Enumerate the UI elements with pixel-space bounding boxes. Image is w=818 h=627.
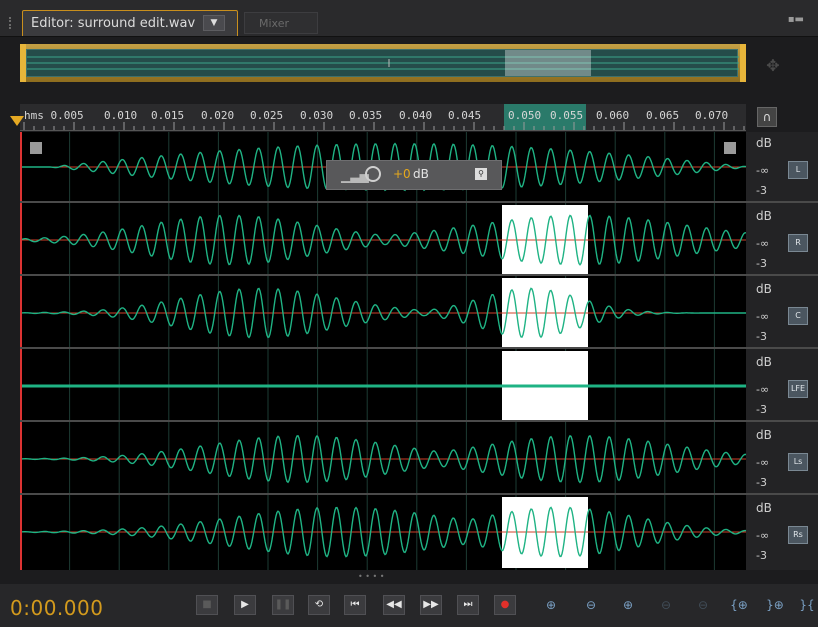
amp-inf-label: -∞ xyxy=(756,529,770,542)
collapse-corner-icon[interactable] xyxy=(724,142,736,154)
stop-button[interactable]: ■ xyxy=(196,595,218,615)
file-dropdown-button[interactable]: ▼ xyxy=(203,15,225,31)
zoom-out-amplitude-icon[interactable]: ⊖ xyxy=(580,594,602,616)
amp-inf-label: -∞ xyxy=(756,237,770,250)
ruler-label: 0.035 xyxy=(349,109,383,122)
pin-icon[interactable]: ⚲ xyxy=(475,168,487,180)
ruler-label: 0.015 xyxy=(151,109,185,122)
panel-menu-icon[interactable]: ▪▬ xyxy=(788,14,804,25)
expand-corner-icon[interactable] xyxy=(30,142,42,154)
amplitude-row: dB -∞ -3 R xyxy=(746,205,818,276)
amp-inf-label: -∞ xyxy=(756,383,770,396)
overview-handle-right[interactable] xyxy=(740,44,746,82)
ruler-label: 0.055 xyxy=(550,109,584,122)
volume-unit: dB xyxy=(413,167,429,181)
channel-lane-lfe[interactable] xyxy=(20,351,746,422)
overview-wave-graphic xyxy=(27,56,739,70)
channel-toggle-l[interactable]: L xyxy=(788,161,808,179)
timeline-ruler[interactable]: hms 0.005 0.010 0.015 0.020 0.025 0.030 … xyxy=(20,104,746,131)
channel-lane-rs[interactable] xyxy=(20,497,746,568)
amp-inf-label: -∞ xyxy=(756,164,770,177)
channel-toggle-c[interactable]: C xyxy=(788,307,808,325)
tab-editor-label: Editor: surround edit.wav xyxy=(31,16,196,31)
overview-waveform[interactable] xyxy=(26,49,739,77)
play-button[interactable]: ▶ xyxy=(234,595,256,615)
headphones-icon[interactable]: ∩ xyxy=(757,107,777,127)
overview-navigator[interactable] xyxy=(20,44,746,82)
amplitude-row: dB -∞ -3 LFE xyxy=(746,351,818,422)
loop-button[interactable]: ⟲ xyxy=(308,595,330,615)
ruler-label: 0.065 xyxy=(646,109,680,122)
volume-knob[interactable] xyxy=(365,166,381,182)
record-button[interactable]: ● xyxy=(494,595,516,615)
ruler-label: 0.025 xyxy=(250,109,284,122)
tab-mixer-label: Mixer xyxy=(259,17,290,30)
ruler-label: 0.045 xyxy=(448,109,482,122)
channel-toggle-rs[interactable]: Rs xyxy=(788,526,808,544)
volume-value[interactable]: +0 xyxy=(393,167,411,181)
amplitude-row: dB -∞ -3 Rs xyxy=(746,497,818,568)
amp-db-label: dB xyxy=(756,209,772,223)
fast-forward-button[interactable]: ▶▶ xyxy=(420,595,442,615)
tab-mixer[interactable]: Mixer xyxy=(244,12,318,34)
ruler-label: 0.010 xyxy=(104,109,138,122)
go-to-start-button[interactable]: ⏮ xyxy=(344,595,366,615)
amp-inf-label: -∞ xyxy=(756,310,770,323)
amp-inf-label: -∞ xyxy=(756,456,770,469)
tab-editor[interactable]: Editor: surround edit.wav ▼ xyxy=(9,10,238,36)
volume-hud[interactable]: ▁▃▅ +0 dB ⚲ xyxy=(326,160,502,190)
amp-minus3-label: -3 xyxy=(756,257,767,270)
zoom-navigator-icon[interactable]: ✥ xyxy=(762,56,784,78)
scroll-grip-icon[interactable]: • • • • xyxy=(358,572,385,581)
zoom-in-at-end-icon[interactable]: }⊕ xyxy=(764,594,786,616)
ruler-label: 0.040 xyxy=(399,109,433,122)
channel-toggle-r[interactable]: R xyxy=(788,234,808,252)
ruler-label: 0.020 xyxy=(201,109,235,122)
ruler-label: hms 0.005 xyxy=(24,109,84,122)
amplitude-row: dB -∞ -3 C xyxy=(746,278,818,349)
ruler-label: 0.030 xyxy=(300,109,334,122)
amp-minus3-label: -3 xyxy=(756,330,767,343)
transport-bar: 0:00.000 ■ ▶ ❚❚ ⟲ ⏮ ◀◀ ▶▶ ⏭ ● ⊕ ⊖ ⊕ ⊖ ⊖ … xyxy=(0,584,818,627)
amp-minus3-label: -3 xyxy=(756,476,767,489)
amp-db-label: dB xyxy=(756,355,772,369)
zoom-in-at-start-icon[interactable]: {⊕ xyxy=(728,594,750,616)
time-display[interactable]: 0:00.000 xyxy=(10,596,103,620)
amp-db-label: dB xyxy=(756,428,772,442)
zoom-in-time-icon[interactable]: ⊕ xyxy=(617,594,639,616)
channel-toggle-lfe[interactable]: LFE xyxy=(788,380,808,398)
pause-button[interactable]: ❚❚ xyxy=(272,595,294,615)
amp-db-label: dB xyxy=(756,501,772,515)
zoom-out-time-icon[interactable]: ⊖ xyxy=(655,594,677,616)
amplitude-row: dB -∞ -3 L xyxy=(746,132,818,203)
zoom-to-selection-icon[interactable]: }{ xyxy=(796,594,818,616)
waveform-display[interactable]: ▁▃▅ +0 dB ⚲ xyxy=(20,132,746,570)
amplitude-row: dB -∞ -3 Ls xyxy=(746,424,818,495)
ruler-ticks xyxy=(23,122,745,130)
ruler-label: 0.050 xyxy=(508,109,542,122)
panel-tab-bar: Editor: surround edit.wav ▼ Mixer ▪▬ xyxy=(0,0,818,37)
channel-lane-r[interactable] xyxy=(20,205,746,276)
amp-minus3-label: -3 xyxy=(756,403,767,416)
panel-grip[interactable] xyxy=(9,17,16,29)
ruler-label: 0.070 xyxy=(695,109,729,122)
rewind-button[interactable]: ◀◀ xyxy=(383,595,405,615)
amp-db-label: dB xyxy=(756,136,772,150)
ruler-label: 0.060 xyxy=(596,109,630,122)
playhead-marker[interactable] xyxy=(10,116,24,126)
zoom-out-full-icon[interactable]: ⊖ xyxy=(692,594,714,616)
zoom-in-amplitude-icon[interactable]: ⊕ xyxy=(540,594,562,616)
channel-toggle-ls[interactable]: Ls xyxy=(788,453,808,471)
channel-lane-ls[interactable] xyxy=(20,424,746,495)
amp-minus3-label: -3 xyxy=(756,184,767,197)
overview-selection[interactable] xyxy=(505,50,591,76)
channel-lane-c[interactable] xyxy=(20,278,746,349)
amp-db-label: dB xyxy=(756,282,772,296)
amp-minus3-label: -3 xyxy=(756,549,767,562)
go-to-end-button[interactable]: ⏭ xyxy=(457,595,479,615)
amplitude-ruler: dB -∞ -3 L dB -∞ -3 R dB -∞ -3 C dB -∞ -… xyxy=(746,132,818,570)
